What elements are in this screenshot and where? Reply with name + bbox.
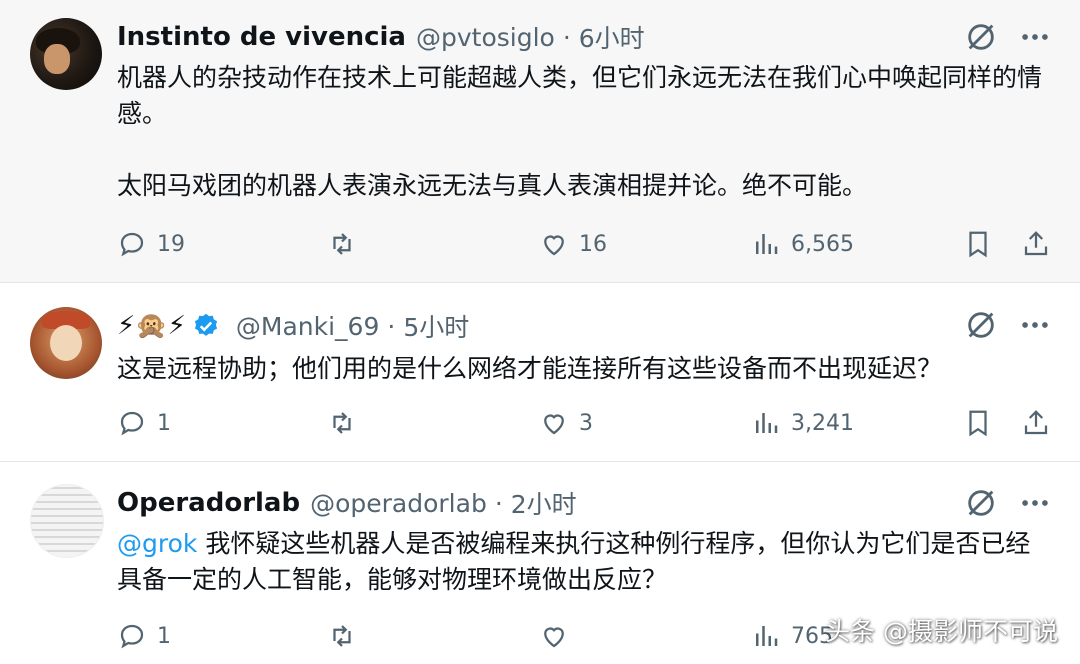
- share-button[interactable]: [1021, 224, 1051, 264]
- more-icon[interactable]: [1018, 308, 1052, 342]
- avatar[interactable]: [30, 307, 102, 379]
- tweet-header: ⚡🙊⚡ @Manki_69 · 5小时: [117, 306, 469, 346]
- retweet-icon: [333, 412, 351, 434]
- tweet-text: @grok 我怀疑这些机器人是否被编程来执行这种例行程序，但你认为它们是否已经具…: [117, 526, 1052, 598]
- tweet-paragraph: 太阳马戏团的机器人表演永远无法与真人表演相提并论。绝不可能。: [117, 171, 868, 200]
- tweet-paragraph: 这是远程协助；他们用的是什么网络才能连接所有这些设备而不出现延迟？: [117, 354, 943, 383]
- tweet-header: Instinto de vivencia @pvtosiglo · 6小时: [117, 17, 645, 57]
- avatar[interactable]: [30, 484, 104, 558]
- reply-button[interactable]: 1: [117, 616, 171, 656]
- like-icon: [544, 414, 564, 435]
- share-button[interactable]: [1021, 403, 1051, 443]
- like-icon: [544, 627, 564, 648]
- views-button[interactable]: 765: [751, 616, 833, 656]
- tweet-manki[interactable]: ⚡🙊⚡ @Manki_69 · 5小时 这是远程协助；他们用的是什么网络才能连接…: [0, 283, 1080, 462]
- retweet-button[interactable]: [327, 224, 367, 264]
- avatar[interactable]: [30, 18, 102, 90]
- timestamp[interactable]: 2小时: [511, 485, 577, 521]
- tweet-paragraph: @grok 我怀疑这些机器人是否被编程来执行这种例行程序，但你认为它们是否已经具…: [117, 526, 1052, 598]
- reply-icon: [120, 232, 144, 257]
- author-handle[interactable]: @pvtosiglo: [416, 23, 555, 52]
- separator-dot: ·: [387, 311, 396, 341]
- reply-icon: [120, 624, 144, 649]
- views-icon: [756, 626, 778, 646]
- like-button[interactable]: 3: [539, 403, 593, 443]
- grok-icon[interactable]: [964, 20, 998, 54]
- verified-badge-icon: [194, 313, 217, 336]
- tweet-body-text: 我怀疑这些机器人是否被编程来执行这种例行程序，但你认为它们是否已经具备一定的人工…: [117, 529, 1031, 594]
- views-button[interactable]: 3,241: [751, 403, 854, 443]
- views-icon: [756, 234, 778, 254]
- views-icon: [756, 413, 778, 433]
- reply-count: 1: [157, 410, 171, 436]
- separator-dot: ·: [494, 488, 503, 518]
- tweet-operadorlab[interactable]: Operadorlab @operadorlab · 2小时 @grok 我怀疑…: [0, 462, 1080, 664]
- reply-feed: Instinto de vivencia @pvtosiglo · 6小时 机器…: [0, 0, 1080, 664]
- reply-icon: [120, 411, 144, 436]
- tweet-instinto[interactable]: Instinto de vivencia @pvtosiglo · 6小时 机器…: [0, 0, 1080, 283]
- like-button[interactable]: 16: [539, 224, 607, 264]
- tweet-text: 这是远程协助；他们用的是什么网络才能连接所有这些设备而不出现延迟？: [117, 351, 1052, 387]
- reply-count: 1: [157, 623, 171, 649]
- like-count: 3: [579, 410, 593, 436]
- author-name[interactable]: ⚡🙊⚡: [117, 311, 186, 341]
- like-button[interactable]: [539, 616, 579, 656]
- like-icon: [544, 235, 564, 256]
- like-count: 16: [579, 231, 607, 257]
- bookmark-button[interactable]: [963, 224, 993, 264]
- bookmark-button[interactable]: [963, 403, 993, 443]
- bookmark-icon: [969, 410, 987, 437]
- share-icon: [1024, 231, 1048, 256]
- tweet-paragraph: 机器人的杂技动作在技术上可能超越人类，但它们永远无法在我们心中唤起同样的情感。: [117, 63, 1043, 128]
- tweet-text: 机器人的杂技动作在技术上可能超越人类，但它们永远无法在我们心中唤起同样的情感。 …: [117, 60, 1052, 204]
- retweet-button[interactable]: [327, 403, 367, 443]
- separator-dot: ·: [562, 22, 571, 52]
- reply-count: 19: [157, 231, 185, 257]
- author-handle[interactable]: @Manki_69: [236, 312, 379, 341]
- retweet-icon: [333, 233, 351, 255]
- grok-icon[interactable]: [964, 486, 998, 520]
- more-icon[interactable]: [1018, 486, 1052, 520]
- views-button[interactable]: 6,565: [751, 224, 854, 264]
- reply-button[interactable]: 1: [117, 403, 171, 443]
- retweet-button[interactable]: [327, 616, 367, 656]
- reply-button[interactable]: 19: [117, 224, 185, 264]
- grok-icon[interactable]: [964, 308, 998, 342]
- timestamp[interactable]: 5小时: [403, 308, 469, 344]
- timestamp[interactable]: 6小时: [579, 19, 645, 55]
- bookmark-icon: [969, 231, 987, 258]
- action-bar: 1 3 3,241: [117, 403, 1052, 443]
- share-icon: [1024, 410, 1048, 435]
- mention-link[interactable]: @grok: [117, 529, 197, 558]
- retweet-icon: [333, 625, 351, 647]
- more-icon[interactable]: [1018, 20, 1052, 54]
- author-handle[interactable]: @operadorlab: [310, 489, 487, 518]
- author-name[interactable]: Operadorlab: [117, 488, 300, 518]
- views-count: 3,241: [791, 410, 854, 436]
- author-name[interactable]: Instinto de vivencia: [117, 22, 406, 52]
- views-count: 6,565: [791, 231, 854, 257]
- tweet-header: Operadorlab @operadorlab · 2小时: [117, 483, 577, 523]
- watermark-text: 头条 @摄影师不可说: [825, 617, 1058, 646]
- action-bar: 19 16 6,565: [117, 224, 1052, 264]
